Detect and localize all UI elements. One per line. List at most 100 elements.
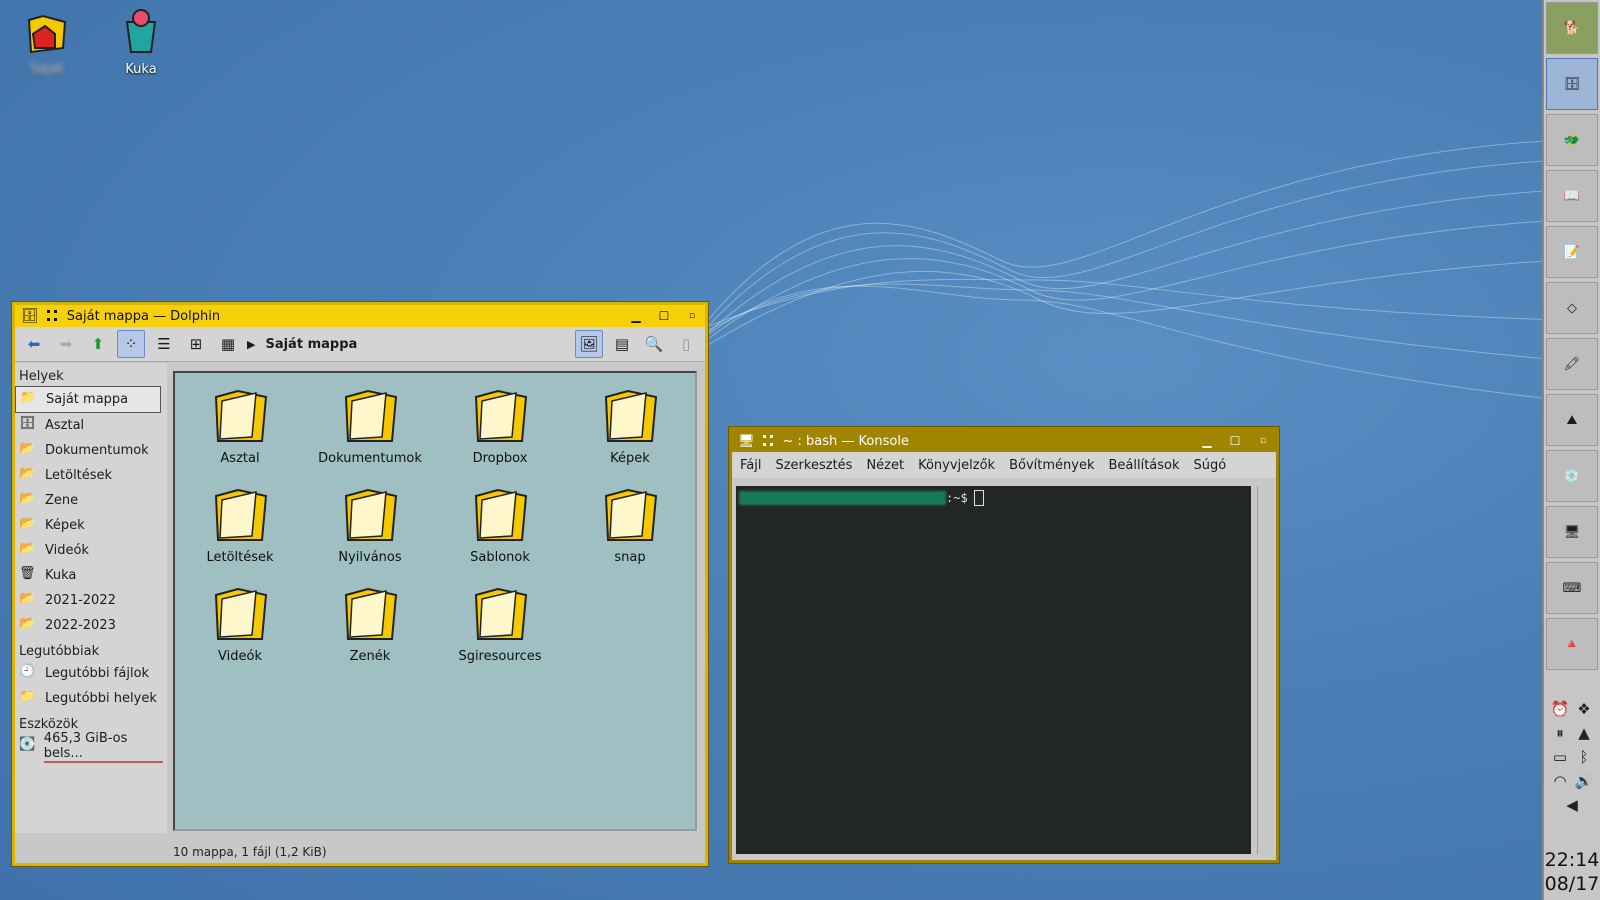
- sidebar-item-desktop[interactable]: 🗄 Asztal: [15, 413, 167, 438]
- file-item[interactable]: Képek: [565, 381, 695, 466]
- dropbox-icon[interactable]: ❖: [1577, 700, 1590, 718]
- window-menu-grip-icon[interactable]: [46, 310, 59, 322]
- file-manager-launcher-icon[interactable]: 🗄: [1546, 58, 1598, 110]
- crayons-launcher-icon[interactable]: 🖍: [1546, 338, 1598, 390]
- forward-button[interactable]: ➡: [53, 331, 79, 357]
- info-panel-button[interactable]: ▤: [609, 331, 635, 357]
- clock[interactable]: 22:14 08/17: [1544, 848, 1600, 896]
- file-item[interactable]: Dokumentumok: [305, 381, 435, 466]
- sidebar-item-label: Videók: [45, 543, 89, 558]
- file-item[interactable]: Sablonok: [435, 480, 565, 565]
- konsole-titlebar[interactable]: 🖥 ~ : bash — Konsole ▁ ☐ ▫: [732, 430, 1276, 452]
- maximize-button[interactable]: ☐: [1228, 434, 1242, 448]
- places-sidebar: Helyek 📁 Saját mappa 🗄 Asztal 📂 Dokumentumo…: [15, 363, 167, 833]
- notepad-launcher-icon[interactable]: 📝: [1546, 226, 1598, 278]
- dolphin-titlebar[interactable]: 🗄 Saját mappa — Dolphin ▁ ☐ ▫: [15, 305, 705, 327]
- media-pause-icon[interactable]: ⏸: [1556, 724, 1564, 742]
- volume-icon[interactable]: 🔊: [1575, 772, 1594, 790]
- file-item[interactable]: Zenék: [305, 579, 435, 664]
- sidebar-item-recent-files[interactable]: 🕘 Legutóbbi fájlok: [15, 661, 167, 686]
- sidebar-item-label: Kuka: [45, 568, 77, 583]
- sidebar-item-label: 2021-2022: [45, 593, 116, 608]
- window-menu-grip-icon[interactable]: [762, 435, 775, 447]
- search-button[interactable]: 🔍: [641, 331, 667, 357]
- sidebar-item-music[interactable]: 📂 Zene: [15, 488, 167, 513]
- file-item[interactable]: snap: [565, 480, 695, 565]
- sidebar-item-label: Legutóbbi fájlok: [45, 666, 150, 681]
- file-item-label: snap: [614, 550, 646, 565]
- back-button[interactable]: ⬅: [21, 331, 47, 357]
- split-view-button[interactable]: ▦: [215, 331, 241, 357]
- minimize-button[interactable]: ▁: [1200, 434, 1214, 448]
- wifi-icon[interactable]: ◠: [1553, 772, 1566, 790]
- paper-launcher-icon[interactable]: ◇: [1546, 282, 1598, 334]
- file-item[interactable]: Dropbox: [435, 381, 565, 466]
- details-view-button[interactable]: ☰: [151, 331, 177, 357]
- menu-settings[interactable]: Beállítások: [1108, 458, 1179, 473]
- desktop-trash-icon[interactable]: Kuka: [101, 8, 181, 77]
- file-item-label: Dropbox: [472, 451, 528, 466]
- sidebar-item-label: Saját mappa: [46, 392, 129, 407]
- file-item[interactable]: Sgiresources: [435, 579, 565, 664]
- icons-view-button[interactable]: ⁘: [117, 330, 145, 358]
- file-item[interactable]: Videók: [175, 579, 305, 664]
- disc-burner-launcher-icon[interactable]: 💿: [1546, 450, 1598, 502]
- sidebar-item-recent-places[interactable]: 📁 Legutóbbi helyek: [15, 686, 167, 711]
- file-item[interactable]: Asztal: [175, 381, 305, 466]
- folder-icon: [604, 389, 658, 442]
- sidebar-item-2022-2023[interactable]: 📂 2022-2023: [15, 613, 167, 638]
- sidebar-item-2021-2022[interactable]: 📂 2021-2022: [15, 588, 167, 613]
- book-launcher-icon[interactable]: 📖: [1546, 170, 1598, 222]
- maximize-button[interactable]: ☐: [657, 309, 671, 323]
- file-view[interactable]: Asztal Dokumentumok Dropbox Képek Letöltések…: [173, 371, 697, 831]
- terminal-launcher-icon[interactable]: ⌨: [1546, 562, 1598, 614]
- menu-plugins[interactable]: Bővítmények: [1009, 458, 1094, 473]
- terminal-area[interactable]: :~$: [736, 486, 1251, 854]
- konsole-window: 🖥 ~ : bash — Konsole ▁ ☐ ▫ Fájl Szerkesz…: [729, 427, 1279, 863]
- desk-icon: 🗄: [19, 415, 36, 431]
- konsole-app-icon[interactable]: 🖥: [738, 434, 755, 449]
- dolphin-app-icon[interactable]: 🗄: [21, 308, 39, 324]
- sidebar-item-downloads[interactable]: 📂 Letöltések: [15, 463, 167, 488]
- system-monitor-launcher-icon[interactable]: 🖥: [1546, 506, 1598, 558]
- folder-icon: [474, 587, 528, 640]
- folder-icon: [344, 488, 398, 541]
- close-button[interactable]: ▫: [1256, 434, 1270, 448]
- sidebar-item-pictures[interactable]: 📂 Képek: [15, 513, 167, 538]
- menu-file[interactable]: Fájl: [740, 458, 761, 473]
- folder-icon: 📂: [19, 465, 36, 481]
- menu-help[interactable]: Súgó: [1194, 458, 1227, 473]
- menu-edit[interactable]: Szerkesztés: [775, 458, 852, 473]
- folder-icon: [344, 389, 398, 442]
- file-item[interactable]: Nyilvános: [305, 480, 435, 565]
- terminal-panel-button[interactable]: ▯: [673, 331, 699, 357]
- file-item[interactable]: Letöltések: [175, 480, 305, 565]
- battery-icon[interactable]: ▭: [1553, 748, 1567, 766]
- terminal-scrollbar[interactable]: [1257, 486, 1272, 854]
- up-button[interactable]: ⬆: [85, 331, 111, 357]
- breadcrumb[interactable]: Saját mappa: [265, 337, 357, 352]
- wallpaper-wave: [700, 139, 1560, 401]
- expand-tray-icon[interactable]: ◀: [1566, 796, 1578, 814]
- inkscape-launcher-icon[interactable]: ⛰: [1546, 394, 1598, 446]
- sidebar-item-documents[interactable]: 📂 Dokumentumok: [15, 438, 167, 463]
- dragon-app-launcher-icon[interactable]: 🐲: [1546, 114, 1598, 166]
- alarm-icon[interactable]: ⏰: [1551, 700, 1570, 718]
- menu-view[interactable]: Nézet: [866, 458, 904, 473]
- tree-view-button[interactable]: ⊞: [183, 331, 209, 357]
- sidebar-item-drive[interactable]: 💽 465,3 GiB-os bels...: [15, 731, 167, 763]
- sidebar-item-home[interactable]: 📁 Saját mappa: [15, 386, 161, 413]
- sidebar-item-videos[interactable]: 📂 Videók: [15, 538, 167, 563]
- menu-bookmarks[interactable]: Könyvjelzők: [918, 458, 995, 473]
- desktop-home-icon[interactable]: Sajat: [7, 8, 87, 77]
- vlc-tray-icon[interactable]: ▲: [1578, 724, 1590, 742]
- dolphin-toolbar: ⬅ ➡ ⬆ ⁘ ☰ ⊞ ▦ ▶ Saját mappa 🖼 ▤ 🔍 ▯: [15, 327, 705, 362]
- preview-button[interactable]: 🖼: [575, 330, 603, 358]
- bluetooth-icon[interactable]: ᛒ: [1579, 748, 1588, 766]
- close-button[interactable]: ▫: [685, 309, 699, 323]
- minimize-button[interactable]: ▁: [629, 309, 643, 323]
- user-avatar[interactable]: 🐕: [1546, 2, 1598, 54]
- sidebar-item-trash[interactable]: 🗑 Kuka: [15, 563, 167, 588]
- file-item-label: Képek: [610, 451, 650, 466]
- vlc-launcher-icon[interactable]: 🔺: [1546, 618, 1598, 670]
